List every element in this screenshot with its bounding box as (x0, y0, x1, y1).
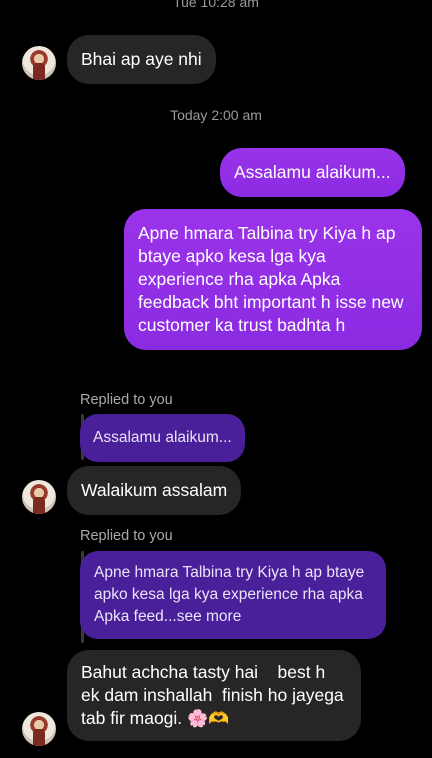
message-incoming[interactable]: Walaikum assalam (67, 466, 242, 515)
quoted-text: Apne hmara Talbina try Kiya h ap btaye a… (94, 564, 365, 625)
message-text: Bhai ap aye nhi (81, 49, 202, 69)
message-incoming[interactable]: Bahut achcha tasty hai best h ek dam ins… (67, 650, 361, 741)
message-outgoing[interactable]: Apne hmara Talbina try Kiya h ap btaye a… (124, 209, 422, 350)
message-text: Walaikum assalam (81, 480, 228, 500)
message-text: Apne hmara Talbina try Kiya h ap btaye a… (138, 223, 404, 335)
sender-avatar[interactable] (22, 712, 56, 746)
emoji: 🌸🫶 (187, 709, 230, 728)
sender-avatar[interactable] (22, 480, 56, 514)
quoted-text: Assalamu alaikum... (93, 429, 232, 446)
timestamp-top: Tue 10:28 am (173, 0, 259, 10)
quoted-message[interactable]: Apne hmara Talbina try Kiya h ap btaye a… (80, 551, 386, 639)
message-text: Assalamu alaikum... (234, 162, 391, 182)
replied-label: Replied to you (80, 528, 173, 544)
message-incoming[interactable]: Bhai ap aye nhi (67, 35, 216, 84)
sender-avatar[interactable] (22, 46, 56, 80)
quoted-message[interactable]: Assalamu alaikum... (80, 414, 245, 462)
replied-label: Replied to you (80, 392, 173, 408)
message-outgoing[interactable]: Assalamu alaikum... (220, 148, 405, 197)
timestamp-today: Today 2:00 am (170, 107, 262, 123)
